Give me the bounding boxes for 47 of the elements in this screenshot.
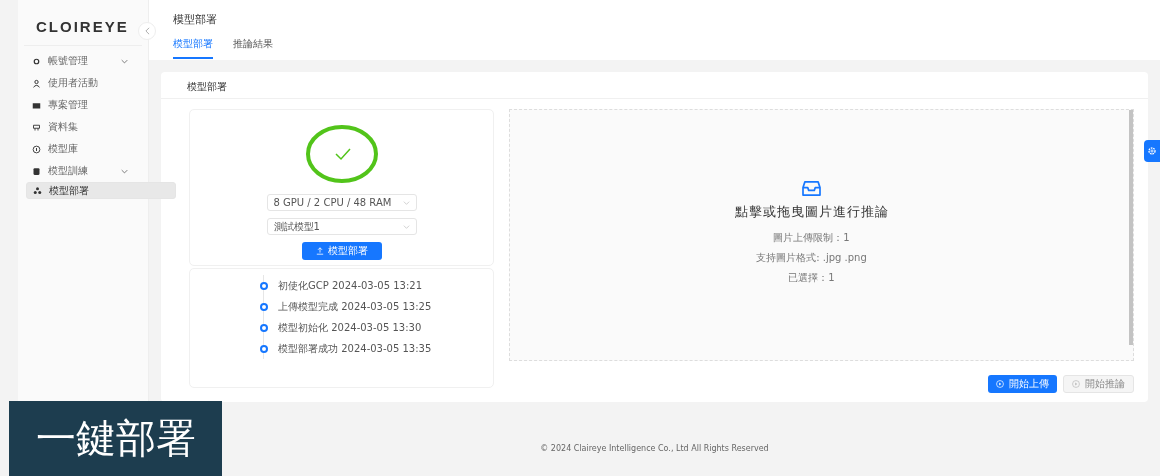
play-icon xyxy=(996,380,1004,388)
sidebar-item[interactable]: 資料集 xyxy=(26,116,140,138)
select-field[interactable]: 8 GPU / 2 CPU / 48 RAM xyxy=(266,194,417,211)
dropzone-title: 點擊或拖曳圖片進行推論 xyxy=(734,202,889,221)
settings-button[interactable] xyxy=(1144,140,1160,162)
sidebar-item[interactable]: 模型訓練 xyxy=(26,160,140,182)
tab[interactable]: 模型部署 xyxy=(173,37,213,59)
sidebar-item[interactable]: 模型庫 xyxy=(26,138,140,160)
chevron-icon xyxy=(402,224,410,229)
menu-icon xyxy=(32,166,41,176)
timeline-dot xyxy=(260,344,268,353)
upload-dropzone[interactable]: 點擊或拖曳圖片進行推論 圖片上傳限制：1 支持圖片格式: .jpg .png 已選擇：1 xyxy=(509,109,1134,361)
dropzone-hint: 支持圖片格式: .jpg .png xyxy=(756,250,867,265)
menu-icon xyxy=(32,78,41,88)
timeline-text: 上傳模型完成 2024-03-05 13:25 xyxy=(278,299,432,314)
timeline-dot xyxy=(260,323,268,332)
menu-icon xyxy=(32,56,41,66)
tab[interactable]: 推論結果 xyxy=(233,37,273,59)
inbox-icon xyxy=(802,179,821,197)
select-field[interactable]: 測試模型1 xyxy=(266,218,417,235)
action-button[interactable]: 開始上傳 xyxy=(988,375,1057,393)
deploy-button[interactable]: 模型部署 xyxy=(301,242,382,260)
caption-banner: 一鍵部署 xyxy=(9,401,222,476)
sidebar-item[interactable]: 帳號管理 xyxy=(26,50,140,72)
card-title: 模型部署 xyxy=(161,72,1148,99)
footer-text: © 2024 Claireye Intelligence Co., Ltd All Rights Reserved xyxy=(539,444,770,453)
upload-icon xyxy=(315,247,324,255)
dropzone-hint: 圖片上傳限制：1 xyxy=(773,230,850,245)
menu-icon xyxy=(32,122,41,132)
timeline-text: 初使化GCP 2024-03-05 13:21 xyxy=(278,278,423,293)
dropzone-hint: 已選擇：1 xyxy=(788,270,835,285)
timeline-text: 模型初始化 2024-03-05 13:30 xyxy=(278,320,422,335)
menu-icon xyxy=(32,144,41,154)
menu-icon xyxy=(32,100,41,110)
chevron-left-icon xyxy=(144,27,150,35)
timeline-text: 模型部署成功 2024-03-05 13:35 xyxy=(278,341,432,356)
sidebar-item[interactable]: 專案管理 xyxy=(26,94,140,116)
chevron-icon xyxy=(402,200,410,205)
page-title: 模型部署 xyxy=(173,12,218,27)
timeline-dot xyxy=(260,281,268,290)
success-check-icon xyxy=(304,124,379,184)
settings-icon xyxy=(1147,146,1157,156)
play-icon xyxy=(1072,380,1080,388)
sidebar-item[interactable]: 模型部署 xyxy=(26,182,176,199)
menu-icon xyxy=(33,186,42,195)
timeline-dot xyxy=(260,302,268,311)
sidebar-item[interactable]: 使用者活動 xyxy=(26,72,140,94)
